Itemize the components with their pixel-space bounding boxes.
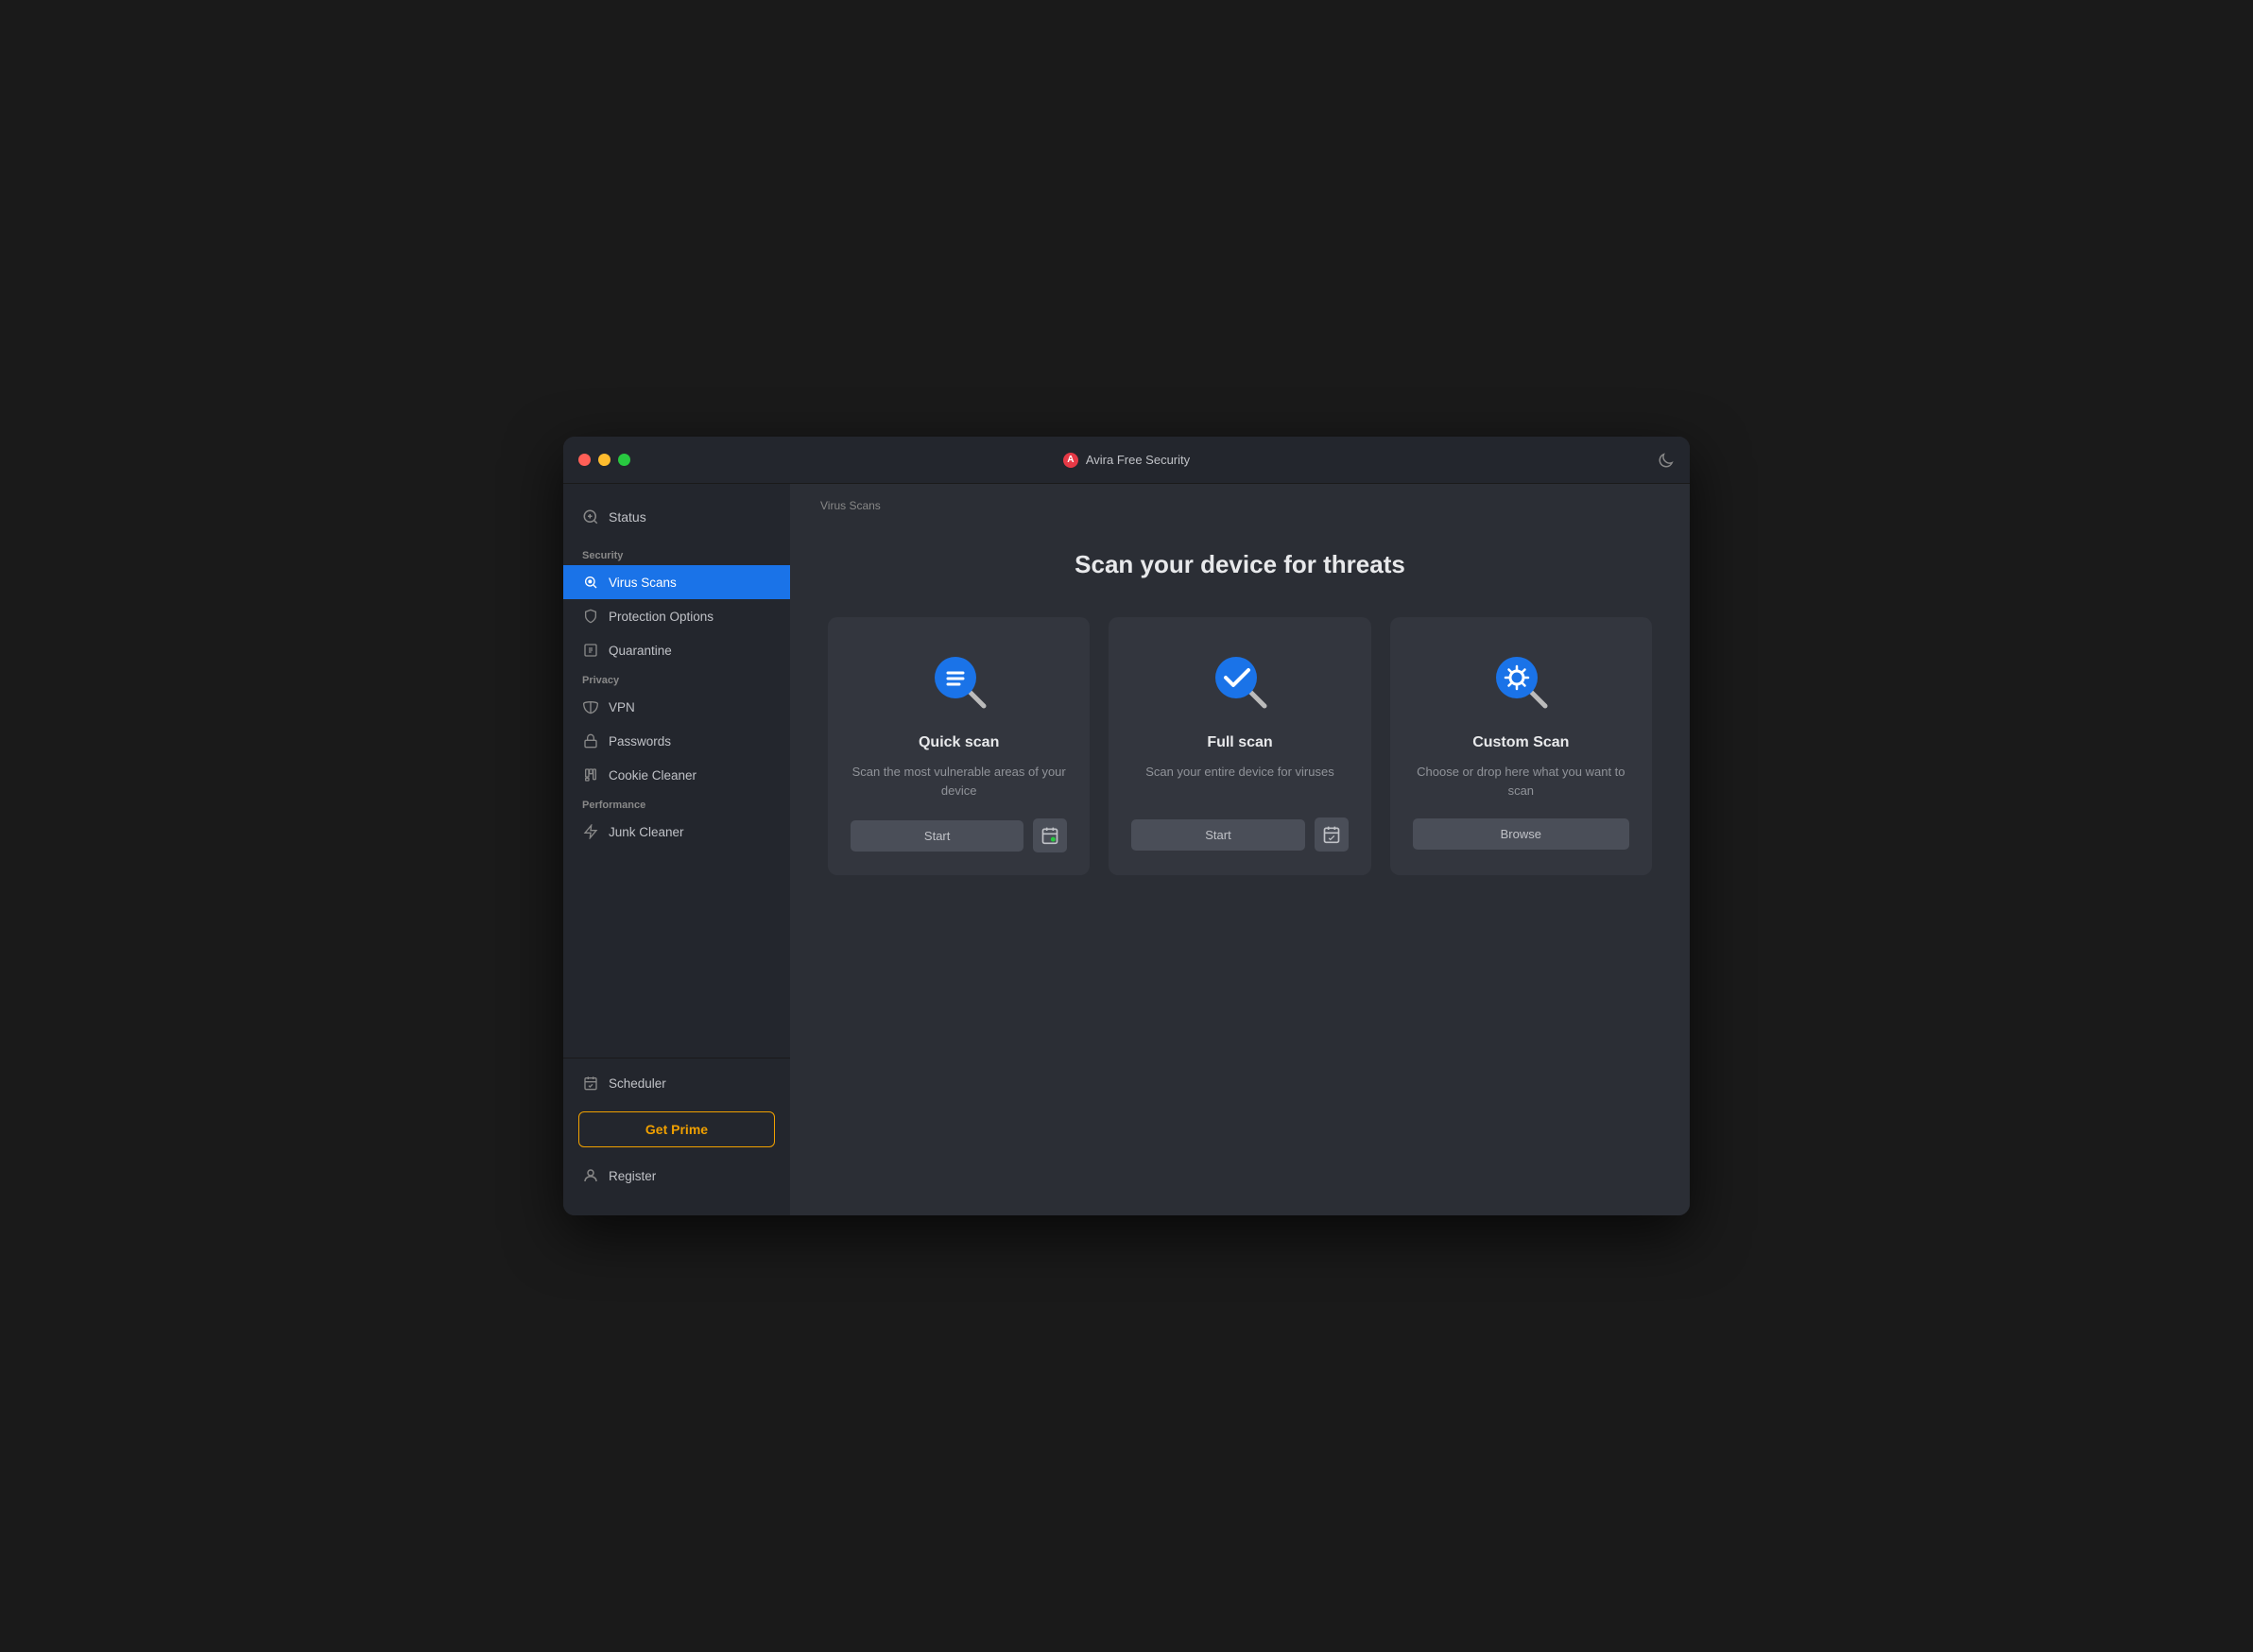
sidebar-item-passwords[interactable]: Passwords (563, 724, 790, 758)
passwords-label: Passwords (609, 734, 671, 749)
cookie-cleaner-icon (582, 766, 599, 783)
vpn-label: VPN (609, 700, 635, 714)
custom-scan-card: Custom Scan Choose or drop here what you… (1390, 617, 1652, 875)
quarantine-label: Quarantine (609, 644, 672, 658)
custom-scan-browse-button[interactable]: Browse (1413, 818, 1629, 850)
sidebar-item-virus-scans[interactable]: Virus Scans (563, 565, 790, 599)
sidebar-item-quarantine[interactable]: Quarantine (563, 633, 790, 667)
custom-scan-actions: Browse (1413, 818, 1629, 850)
sidebar-item-vpn[interactable]: VPN (563, 690, 790, 724)
sidebar-item-register[interactable]: Register (563, 1159, 790, 1193)
full-scan-card: Full scan Scan your entire device for vi… (1109, 617, 1370, 875)
sidebar: Status Security Virus Scans (563, 484, 790, 1215)
maximize-button[interactable] (618, 454, 630, 466)
quick-scan-actions: Start (851, 818, 1067, 852)
cookie-cleaner-label: Cookie Cleaner (609, 768, 697, 783)
sidebar-section-performance: Performance (563, 792, 790, 815)
custom-scan-title: Custom Scan (1472, 734, 1569, 751)
custom-scan-icon (1487, 647, 1555, 715)
sidebar-bottom: Scheduler Get Prime Register (563, 1058, 790, 1200)
full-scan-actions: Start (1131, 817, 1348, 852)
vpn-icon (582, 698, 599, 715)
get-prime-button[interactable]: Get Prime (578, 1111, 775, 1147)
virus-scans-icon (582, 574, 599, 591)
sidebar-section-security: Security (563, 542, 790, 565)
scheduler-label: Scheduler (609, 1076, 666, 1091)
full-scan-title: Full scan (1207, 734, 1272, 751)
quick-scan-icon (925, 647, 993, 715)
sidebar-item-scheduler[interactable]: Scheduler (563, 1066, 790, 1100)
virus-scans-label: Virus Scans (609, 576, 677, 590)
protection-options-icon (582, 608, 599, 625)
register-label: Register (609, 1169, 656, 1183)
sidebar-item-junk-cleaner[interactable]: Junk Cleaner (563, 815, 790, 849)
app-window: A Avira Free Security Status (563, 437, 1690, 1215)
status-label: Status (609, 509, 646, 525)
titlebar: A Avira Free Security (563, 437, 1690, 484)
quick-scan-start-button[interactable]: Start (851, 820, 1023, 852)
register-icon (582, 1167, 599, 1184)
app-body: Status Security Virus Scans (563, 484, 1690, 1215)
status-icon (582, 508, 599, 525)
sidebar-item-cookie-cleaner[interactable]: Cookie Cleaner (563, 758, 790, 792)
full-scan-icon (1206, 647, 1274, 715)
junk-cleaner-icon (582, 823, 599, 840)
junk-cleaner-label: Junk Cleaner (609, 825, 684, 839)
quick-scan-card: Quick scan Scan the most vulnerable area… (828, 617, 1090, 875)
full-scan-start-button[interactable]: Start (1131, 819, 1304, 851)
sidebar-item-status[interactable]: Status (563, 499, 790, 535)
quick-scan-desc: Scan the most vulnerable areas of your d… (851, 763, 1067, 800)
settings-icon[interactable] (1658, 452, 1675, 469)
quick-scan-title: Quick scan (919, 734, 999, 751)
sidebar-item-protection-options[interactable]: Protection Options (563, 599, 790, 633)
avira-icon: A (1063, 453, 1078, 468)
scan-cards-container: Quick scan Scan the most vulnerable area… (790, 617, 1690, 875)
quick-scan-schedule-button[interactable] (1033, 818, 1067, 852)
breadcrumb: Virus Scans (790, 484, 1690, 520)
main-content: Virus Scans Scan your device for threats (790, 484, 1690, 1215)
window-title: A Avira Free Security (1063, 453, 1190, 468)
close-button[interactable] (578, 454, 591, 466)
traffic-lights (578, 454, 630, 466)
sidebar-section-privacy: Privacy (563, 667, 790, 690)
passwords-icon (582, 732, 599, 749)
full-scan-desc: Scan your entire device for viruses (1145, 763, 1333, 799)
scheduler-icon (582, 1075, 599, 1092)
custom-scan-desc: Choose or drop here what you want to sca… (1413, 763, 1629, 800)
quarantine-icon (582, 642, 599, 659)
page-title: Scan your device for threats (790, 550, 1690, 579)
protection-options-label: Protection Options (609, 610, 714, 624)
full-scan-schedule-button[interactable] (1315, 817, 1349, 852)
minimize-button[interactable] (598, 454, 611, 466)
